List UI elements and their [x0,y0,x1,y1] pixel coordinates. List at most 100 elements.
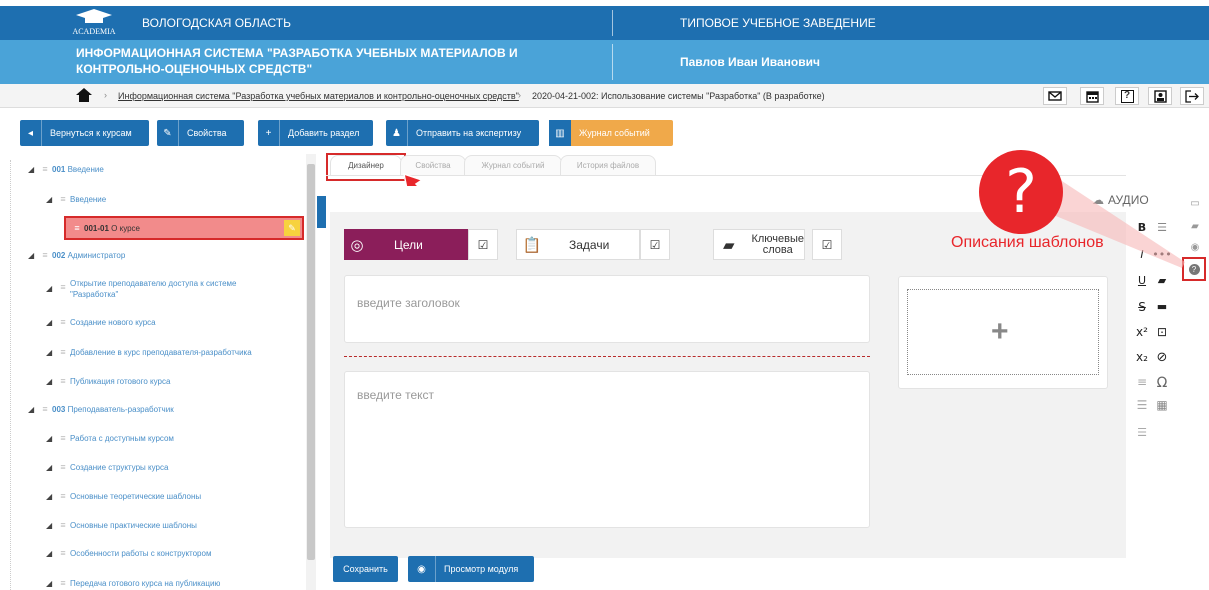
breadcrumb: › Информационная система "Разработка уче… [0,84,1209,108]
drag-icon: ≡ [60,433,66,443]
bullet-list-icon[interactable]: ☰ [1130,426,1154,439]
tree-item[interactable]: ◢ ≡ 001 Введение [28,164,306,174]
collapse-icon: ◢ [46,194,53,204]
link-icon[interactable]: ⊘ [1150,350,1174,365]
tree-item[interactable]: ◢ ≡ Добавление в курс преподавателя-разра… [46,347,306,357]
logout-icon[interactable] [1180,87,1204,105]
omega-icon[interactable]: Ω [1150,375,1174,391]
drag-icon: ≡ [60,376,66,386]
clipboard-icon: 📋 [522,236,542,254]
collapse-icon: ◢ [46,462,53,472]
chevron-left-icon: ◂ [20,120,42,146]
tree-item[interactable]: ◢ ≡ Введение [46,194,306,204]
edit-icon: ✎ [157,120,179,146]
app-root: ACADEMIA ВОЛОГОДСКАЯ ОБЛАСТЬ ТИПОВОЕ УЧЕ… [0,0,1209,590]
tree-item[interactable]: ◢ ≡ Особенности работы с конструктором [46,548,306,558]
goals-button[interactable]: ◎ Цели [344,229,468,260]
collapse-icon: ◢ [46,317,53,327]
help-icon[interactable]: ? [1115,87,1139,105]
events-log-button[interactable]: ▥ Журнал событий [549,120,673,146]
top-header: ACADEMIA ВОЛОГОДСКАЯ ОБЛАСТЬ ТИПОВОЕ УЧЕ… [0,6,1209,40]
keywords-button[interactable]: ▰ Ключевые слова [713,229,805,260]
table-icon[interactable]: ▦ [1150,398,1174,412]
tasks-button[interactable]: 📋 Задачи [516,229,640,260]
collapse-icon: ◢ [28,404,35,414]
drag-icon: ≡ [42,404,48,414]
annotation-label: Описания шаблонов [951,234,1104,251]
collapse-panel-handle[interactable] [317,196,326,228]
book-icon: ▥ [549,120,571,146]
text-field[interactable]: введите текст [344,371,870,528]
tree-item[interactable]: ◢ ≡ Открытие преподавателю доступа к сист… [46,278,306,300]
tree-item[interactable]: ◢ ≡ Создание структуры курса [46,462,306,472]
tree-item[interactable]: ◢ ≡ Основные теоретические шаблоны [46,491,306,501]
edit-icon[interactable]: ✎ [284,220,300,236]
plus-icon: + [258,120,280,146]
keywords-checkbox[interactable]: ☑ [812,229,842,260]
collapse-icon: ◢ [46,347,53,357]
annotation-question-badge: ? [979,150,1063,234]
user-name[interactable]: Павлов Иван Иванович [680,55,820,69]
goals-checkbox[interactable]: ☑ [468,229,498,260]
course-tree: ◢ ≡ 001 Введение ◢ ≡ Введение ≡ 001-01 О к… [10,154,306,590]
drag-icon: ≡ [60,548,66,558]
collapse-icon: ◢ [46,578,53,588]
system-header: ИНФОРМАЦИОННАЯ СИСТЕМА "РАЗРАБОТКА УЧЕБН… [0,40,1209,84]
drag-icon: ≡ [60,491,66,501]
collapse-icon: ◢ [46,548,53,558]
drag-icon: ≡ [60,282,66,292]
title-field[interactable]: введите заголовок [344,275,870,343]
tab-designer-highlight [326,153,406,181]
breadcrumb-link[interactable]: Информационная система "Разработка учебн… [118,91,519,101]
tree-item[interactable]: ◢ ≡ 002 Администратор [28,250,306,260]
collapse-icon: ◢ [46,376,53,386]
send-review-button[interactable]: ♟ Отправить на экспертизу [386,120,539,146]
drag-icon: ≡ [60,194,66,204]
add-section-button[interactable]: + Добавить раздел [258,120,373,146]
collapse-icon: ◢ [46,284,53,293]
collapse-icon: ◢ [46,491,53,501]
system-title: ИНФОРМАЦИОННАЯ СИСТЕМА "РАЗРАБОТКА УЧЕБН… [76,46,518,76]
preview-module-button[interactable]: ◉ Просмотр модуля [408,556,534,582]
back-to-courses-button[interactable]: ◂ Вернуться к курсам [20,120,149,146]
academia-logo: ACADEMIA [64,8,124,38]
tree-item[interactable]: ◢ ≡ Основные практические шаблоны [46,520,306,530]
image-icon[interactable]: ▬ [1150,300,1174,313]
tree-scrollbar-thumb[interactable] [307,164,315,560]
collapse-icon: ◢ [46,433,53,443]
eye-icon: ◉ [408,556,436,582]
tree-item[interactable]: ◢ ≡ Передача готового курса на публикацию [46,578,306,588]
drag-icon: ≡ [60,347,66,357]
user-icon: ♟ [386,120,408,146]
drag-icon: ≡ [60,520,66,530]
drag-icon: ≡ [42,164,48,174]
plus-icon[interactable]: + [991,315,1009,349]
chevron-right-icon: › [104,90,107,100]
collapse-icon: ◢ [28,250,35,260]
collapse-icon: ◢ [28,164,35,174]
tree-item[interactable]: ◢ ≡ Создание нового курса [46,317,306,327]
tasks-checkbox[interactable]: ☑ [640,229,670,260]
save-button[interactable]: Сохранить [333,556,398,582]
tree-item-selected[interactable]: ≡ 001-01 О курсе ✎ [64,216,304,240]
region-title: ВОЛОГОДСКАЯ ОБЛАСТЬ [142,16,291,30]
home-icon[interactable] [76,88,92,104]
breadcrumb-current: 2020-04-21-002: Использование системы "Р… [532,91,825,101]
folder-icon: ▰ [722,236,735,254]
tree-item[interactable]: ◢ ≡ 003 Преподаватель-разработчик [28,404,306,414]
tree-item[interactable]: ◢ ≡ Работа с доступным курсом [46,433,306,443]
profile-icon[interactable] [1148,87,1172,105]
tab-events-log[interactable]: Журнал событий [464,155,562,175]
crop-icon[interactable]: ⊡ [1150,325,1174,339]
image-slot[interactable]: + [898,276,1108,389]
mail-icon[interactable] [1043,87,1067,105]
collapse-icon: ◢ [46,520,53,530]
tree-item[interactable]: ◢ ≡ Публикация готового курса [46,376,306,386]
chevron-right-icon: › [518,90,521,100]
dashed-separator [344,356,870,357]
properties-button[interactable]: ✎ Свойства [157,120,244,146]
drag-icon: ≡ [60,317,66,327]
drag-icon: ≡ [60,578,66,588]
tab-file-history[interactable]: История файлов [560,155,656,175]
calendar-icon[interactable] [1080,87,1104,105]
